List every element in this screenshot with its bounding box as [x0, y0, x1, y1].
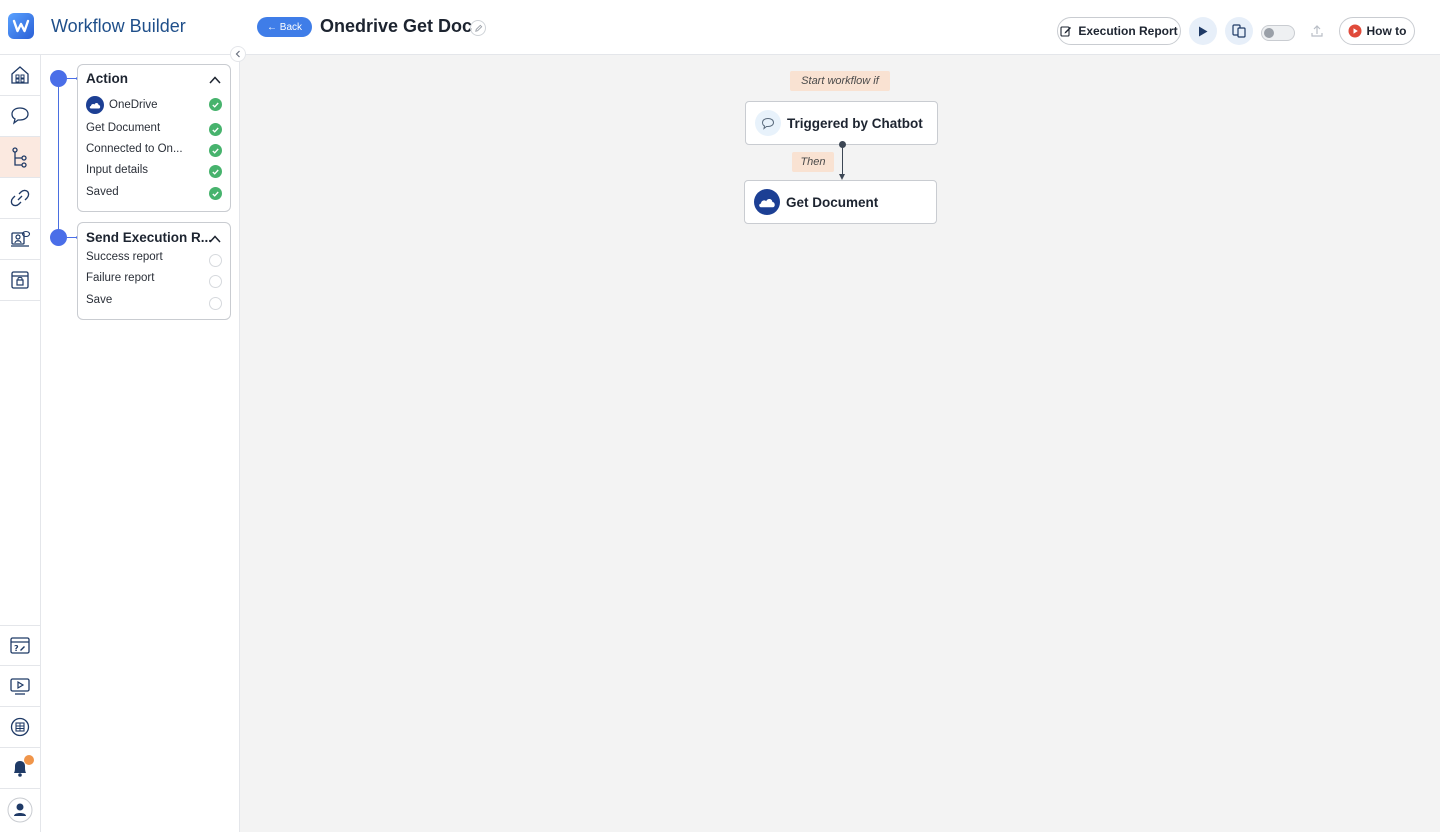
publish-button[interactable] — [1306, 20, 1328, 42]
rail-docs[interactable] — [0, 707, 40, 748]
action-node[interactable]: Get Document — [744, 180, 937, 224]
swap-doc-icon — [1232, 24, 1246, 38]
step-card-execution-report[interactable]: Send Execution R... Success report Failu… — [77, 222, 231, 320]
step-item-label: Success report — [86, 251, 163, 263]
step-item-label: Saved — [86, 186, 119, 198]
upload-icon — [1311, 25, 1323, 37]
action-label: Get Document — [786, 194, 879, 210]
step-title: Send Execution R... — [86, 230, 213, 245]
agent-icon — [11, 230, 31, 247]
execution-report-label: Execution Report — [1078, 24, 1178, 38]
step-item[interactable]: Save — [86, 294, 222, 310]
app-logo[interactable] — [8, 13, 34, 39]
step-item-label: Save — [86, 294, 113, 306]
video-icon — [10, 678, 30, 695]
check-icon — [209, 165, 222, 178]
toggle-knob — [1264, 28, 1274, 38]
notification-badge — [24, 755, 34, 765]
youtube-play-icon — [1348, 24, 1361, 38]
steps-timeline — [58, 79, 59, 237]
step-item-label: Get Document — [86, 122, 161, 134]
step-item-label: OneDrive — [109, 99, 158, 112]
onedrive-icon — [754, 189, 780, 215]
app-title: Workflow Builder — [51, 16, 186, 36]
rail-store[interactable] — [0, 260, 40, 301]
workflow-title: Onedrive Get Doc — [320, 16, 473, 36]
step-item-app[interactable]: OneDrive — [86, 95, 222, 115]
step-item-label: Failure report — [86, 272, 155, 284]
step-dot-report — [50, 229, 67, 246]
rail-home[interactable] — [0, 55, 40, 96]
execution-report-button[interactable]: Execution Report — [1057, 17, 1181, 45]
home-icon — [11, 66, 29, 84]
then-tag: Then — [792, 152, 834, 172]
top-header: Workflow Builder ← Back Onedrive Get Doc… — [0, 0, 1440, 55]
svg-text:?: ? — [14, 644, 19, 653]
back-button[interactable]: ← Back — [257, 17, 313, 37]
check-icon — [209, 144, 222, 157]
rail-tutorials[interactable] — [0, 666, 40, 707]
rail-profile[interactable] — [0, 789, 40, 830]
step-item[interactable]: Connected to On... — [86, 143, 222, 159]
step-dot-action — [50, 70, 67, 87]
chevron-up-icon[interactable] — [209, 233, 221, 245]
empty-circle-icon — [209, 275, 222, 288]
help-icon: ? — [10, 636, 30, 654]
check-icon — [209, 98, 222, 111]
play-icon — [1199, 26, 1208, 36]
step-item[interactable]: Success report — [86, 251, 222, 267]
step-title: Action — [86, 71, 128, 86]
trigger-label: Triggered by Chatbot — [787, 115, 923, 131]
how-to-label: How to — [1366, 24, 1407, 38]
collapse-panel-button[interactable] — [230, 46, 246, 62]
rail-notifications[interactable] — [0, 748, 40, 789]
start-workflow-tag: Start workflow if — [790, 71, 890, 91]
onedrive-icon — [86, 96, 104, 114]
workflow-icon — [12, 147, 27, 168]
nav-rail: ? — [0, 55, 41, 832]
check-icon — [209, 187, 222, 200]
trigger-node[interactable]: Triggered by Chatbot — [745, 101, 938, 145]
link-icon — [10, 189, 30, 207]
rail-workflow[interactable] — [0, 137, 40, 178]
run-button[interactable] — [1189, 17, 1217, 45]
connector-dot — [839, 141, 846, 148]
chat-icon — [11, 107, 29, 125]
step-item-label: Input details — [86, 164, 149, 176]
avatar-icon — [7, 797, 33, 822]
chatbot-icon — [755, 110, 781, 136]
empty-circle-icon — [209, 254, 222, 267]
test-button[interactable] — [1225, 17, 1253, 45]
chevron-up-icon[interactable] — [209, 74, 221, 86]
rail-chat[interactable] — [0, 96, 40, 137]
check-icon — [209, 123, 222, 136]
edit-title-icon[interactable] — [470, 20, 486, 36]
step-card-action[interactable]: Action OneDrive Get Document Connected t… — [77, 64, 231, 212]
rail-integrations[interactable] — [0, 178, 40, 219]
store-icon — [11, 271, 29, 289]
how-to-button[interactable]: How to — [1339, 17, 1415, 45]
empty-circle-icon — [209, 297, 222, 310]
step-item[interactable]: Input details — [86, 164, 222, 180]
rail-agents[interactable] — [0, 219, 40, 260]
docs-icon — [10, 717, 30, 737]
step-item[interactable]: Saved — [86, 186, 222, 202]
chevron-left-icon — [235, 50, 240, 58]
step-item-label: Connected to On... — [86, 143, 183, 155]
rail-help[interactable]: ? — [0, 625, 40, 666]
workflow-active-toggle[interactable] — [1261, 25, 1295, 41]
step-item[interactable]: Failure report — [86, 272, 222, 288]
step-item[interactable]: Get Document — [86, 122, 222, 138]
flow-connector — [842, 144, 843, 175]
edit-note-icon — [1060, 26, 1072, 37]
